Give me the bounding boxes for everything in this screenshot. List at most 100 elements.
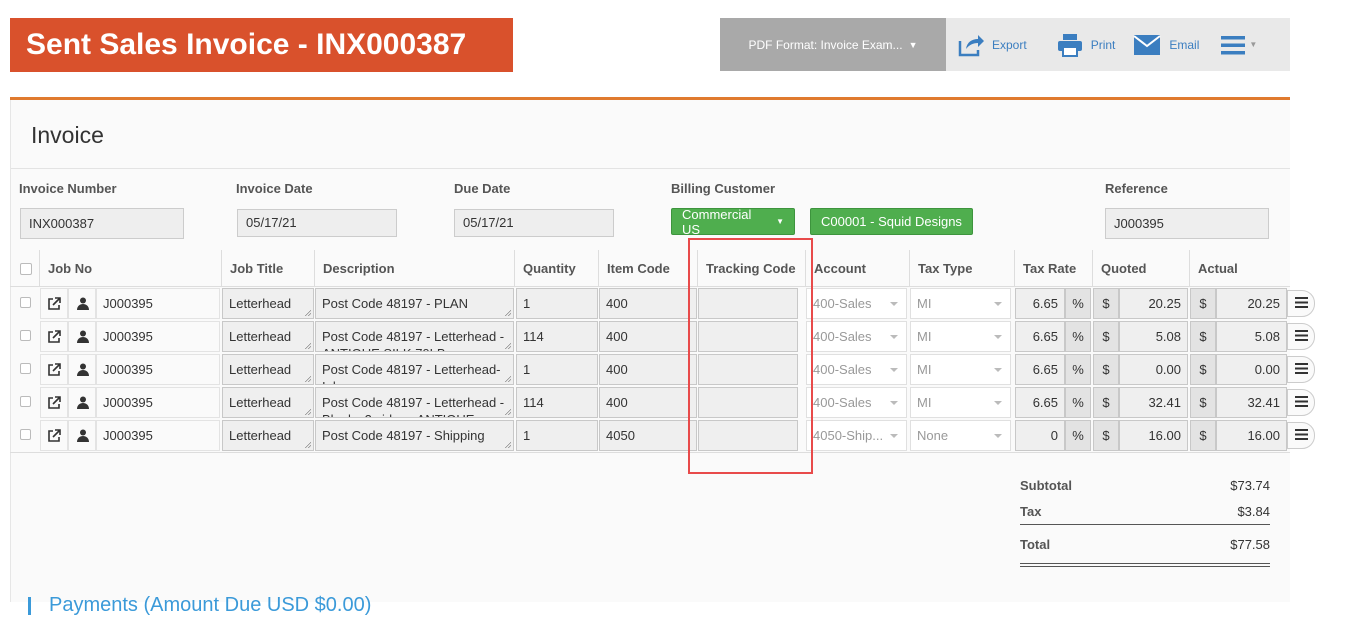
- pdf-format-dropdown[interactable]: PDF Format: Invoice Exam... ▼: [720, 18, 946, 71]
- job-no-cell[interactable]: J000395: [96, 321, 220, 352]
- more-menu-button[interactable]: ▼: [1199, 18, 1257, 71]
- actual-cell[interactable]: 0.00: [1216, 354, 1287, 385]
- resize-handle-icon[interactable]: [504, 375, 511, 382]
- header-job-title[interactable]: Job Title: [222, 250, 315, 286]
- header-quoted[interactable]: Quoted: [1093, 250, 1190, 286]
- open-job-icon[interactable]: [40, 387, 68, 418]
- resize-handle-icon[interactable]: [304, 309, 311, 316]
- person-icon[interactable]: [68, 387, 96, 418]
- row-menu-button[interactable]: [1287, 422, 1315, 449]
- header-tax-rate[interactable]: Tax Rate: [1015, 250, 1093, 286]
- tax-type-select[interactable]: MI: [910, 288, 1011, 319]
- quoted-cell[interactable]: 0.00: [1119, 354, 1188, 385]
- reference-field[interactable]: J000395: [1105, 208, 1269, 239]
- actual-cell[interactable]: 16.00: [1216, 420, 1287, 451]
- tax-type-select[interactable]: MI: [910, 387, 1011, 418]
- open-job-icon[interactable]: [40, 321, 68, 352]
- person-icon[interactable]: [68, 420, 96, 451]
- quantity-cell[interactable]: 1: [516, 354, 598, 385]
- resize-handle-icon[interactable]: [304, 408, 311, 415]
- resize-handle-icon[interactable]: [304, 441, 311, 448]
- job-title-cell[interactable]: Letterhead: [222, 387, 314, 418]
- tax-rate-cell[interactable]: 0: [1015, 420, 1065, 451]
- tax-rate-cell[interactable]: 6.65: [1015, 321, 1065, 352]
- tax-rate-cell[interactable]: 6.65: [1015, 387, 1065, 418]
- header-account[interactable]: Account: [806, 250, 910, 286]
- tracking-code-cell[interactable]: [698, 321, 798, 352]
- item-code-cell[interactable]: 400: [599, 387, 697, 418]
- job-no-cell[interactable]: J000395: [96, 387, 220, 418]
- tracking-code-cell[interactable]: [698, 288, 798, 319]
- account-select[interactable]: 400-Sales: [806, 288, 907, 319]
- quantity-cell[interactable]: 114: [516, 387, 598, 418]
- job-no-cell[interactable]: J000395: [96, 288, 220, 319]
- person-icon[interactable]: [68, 321, 96, 352]
- description-cell[interactable]: Post Code 48197 - Letterhead-Ink: [315, 354, 514, 385]
- payments-heading[interactable]: Payments (Amount Due USD $0.00): [28, 594, 371, 617]
- header-description[interactable]: Description: [315, 250, 515, 286]
- actual-cell[interactable]: 20.25: [1216, 288, 1287, 319]
- account-select[interactable]: 400-Sales: [806, 321, 907, 352]
- header-item-code[interactable]: Item Code: [599, 250, 698, 286]
- account-select[interactable]: 400-Sales: [806, 354, 907, 385]
- job-no-cell[interactable]: J000395: [96, 354, 220, 385]
- quantity-cell[interactable]: 1: [516, 420, 598, 451]
- item-code-cell[interactable]: 4050: [599, 420, 697, 451]
- job-title-cell[interactable]: Letterhead: [222, 321, 314, 352]
- header-quantity[interactable]: Quantity: [515, 250, 599, 286]
- actual-cell[interactable]: 5.08: [1216, 321, 1287, 352]
- tracking-code-cell[interactable]: [698, 420, 798, 451]
- print-button[interactable]: Print: [1027, 18, 1115, 71]
- tax-type-select[interactable]: MI: [910, 321, 1011, 352]
- description-cell[interactable]: Post Code 48197 - Letterhead -ANTIQUE SI…: [315, 321, 514, 352]
- tax-type-select[interactable]: None: [910, 420, 1011, 451]
- job-no-cell[interactable]: J000395: [96, 420, 220, 451]
- tax-type-select[interactable]: MI: [910, 354, 1011, 385]
- tracking-code-cell[interactable]: [698, 387, 798, 418]
- header-job-no[interactable]: Job No: [40, 250, 222, 286]
- description-cell[interactable]: Post Code 48197 - Shipping: [315, 420, 514, 451]
- quoted-cell[interactable]: 32.41: [1119, 387, 1188, 418]
- open-job-icon[interactable]: [40, 354, 68, 385]
- row-checkbox[interactable]: [20, 330, 31, 341]
- header-tax-type[interactable]: Tax Type: [910, 250, 1015, 286]
- resize-handle-icon[interactable]: [504, 309, 511, 316]
- header-actual[interactable]: Actual: [1190, 250, 1290, 286]
- header-tracking-code[interactable]: Tracking Code: [698, 250, 806, 286]
- description-cell[interactable]: Post Code 48197 - PLAN: [315, 288, 514, 319]
- resize-handle-icon[interactable]: [504, 441, 511, 448]
- resize-handle-icon[interactable]: [504, 342, 511, 349]
- quoted-cell[interactable]: 5.08: [1119, 321, 1188, 352]
- job-title-cell[interactable]: Letterhead: [222, 420, 314, 451]
- quantity-cell[interactable]: 1: [516, 288, 598, 319]
- invoice-number-field[interactable]: INX000387: [20, 208, 184, 239]
- tax-rate-cell[interactable]: 6.65: [1015, 288, 1065, 319]
- actual-cell[interactable]: 32.41: [1216, 387, 1287, 418]
- row-menu-button[interactable]: [1287, 323, 1315, 350]
- person-icon[interactable]: [68, 288, 96, 319]
- resize-handle-icon[interactable]: [304, 342, 311, 349]
- job-title-cell[interactable]: Letterhead: [222, 354, 314, 385]
- open-job-icon[interactable]: [40, 420, 68, 451]
- email-button[interactable]: Email: [1115, 18, 1199, 71]
- description-cell[interactable]: Post Code 48197 - Letterhead -Blanks 2 s…: [315, 387, 514, 418]
- account-select[interactable]: 4050-Ship...: [806, 420, 907, 451]
- quoted-cell[interactable]: 20.25: [1119, 288, 1188, 319]
- account-select[interactable]: 400-Sales: [806, 387, 907, 418]
- invoice-date-field[interactable]: 05/17/21: [237, 209, 397, 237]
- open-job-icon[interactable]: [40, 288, 68, 319]
- quoted-cell[interactable]: 16.00: [1119, 420, 1188, 451]
- row-checkbox[interactable]: [20, 396, 31, 407]
- tracking-code-cell[interactable]: [698, 354, 798, 385]
- tax-rate-cell[interactable]: 6.65: [1015, 354, 1065, 385]
- billing-type-dropdown[interactable]: Commercial US ▼: [671, 207, 795, 237]
- resize-handle-icon[interactable]: [304, 375, 311, 382]
- resize-handle-icon[interactable]: [504, 408, 511, 415]
- row-checkbox[interactable]: [20, 297, 31, 308]
- due-date-field[interactable]: 05/17/21: [454, 209, 614, 237]
- quantity-cell[interactable]: 114: [516, 321, 598, 352]
- row-checkbox[interactable]: [20, 429, 31, 440]
- export-button[interactable]: Export: [946, 18, 1027, 71]
- row-menu-button[interactable]: [1287, 389, 1315, 416]
- person-icon[interactable]: [68, 354, 96, 385]
